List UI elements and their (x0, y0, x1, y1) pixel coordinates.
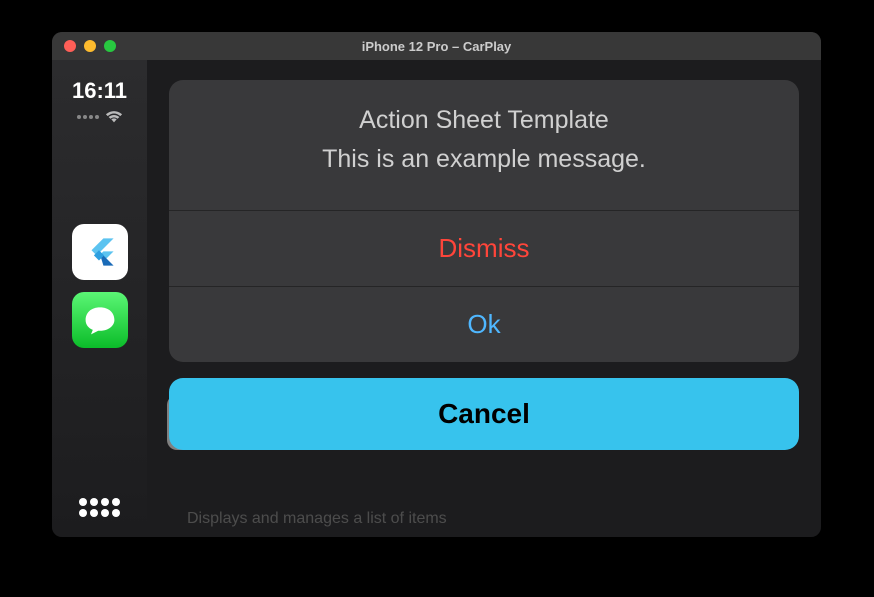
grid-dot-icon (101, 498, 109, 506)
home-button[interactable] (71, 490, 128, 525)
simulator-window: iPhone 12 Pro – CarPlay 16:11 (52, 32, 821, 537)
carplay-screen: 16:11 (52, 60, 821, 537)
grid-dot-icon (79, 498, 87, 506)
grid-dot-icon (112, 498, 120, 506)
action-sheet-header: Action Sheet Template This is an example… (169, 80, 799, 210)
titlebar: iPhone 12 Pro – CarPlay (52, 32, 821, 60)
status-time: 16:11 (72, 78, 127, 104)
messages-app-icon[interactable] (72, 292, 128, 348)
grid-dot-icon (90, 509, 98, 517)
action-sheet-overlay: Action Sheet Template This is an example… (147, 60, 821, 537)
dock-apps (72, 224, 128, 490)
flutter-app-icon[interactable] (72, 224, 128, 280)
status-indicators (77, 110, 123, 124)
zoom-button[interactable] (104, 40, 116, 52)
grid-dot-icon (79, 509, 87, 517)
grid-dot-icon (112, 509, 120, 517)
window-title: iPhone 12 Pro – CarPlay (52, 39, 821, 54)
carplay-sidebar: 16:11 (52, 60, 147, 537)
main-content-area: Action Sheet Displays and manages a list… (147, 60, 821, 537)
action-sheet-message: This is an example message. (189, 145, 779, 174)
traffic-lights (64, 40, 116, 52)
grid-dot-icon (101, 509, 109, 517)
grid-dot-icon (90, 498, 98, 506)
ok-button[interactable]: Ok (169, 286, 799, 362)
message-bubble-icon (82, 302, 118, 338)
cancel-button[interactable]: Cancel (169, 378, 799, 450)
flutter-logo-icon (83, 235, 117, 269)
action-sheet: Action Sheet Template This is an example… (169, 80, 799, 362)
cellular-signal-icon (77, 115, 99, 119)
action-sheet-title: Action Sheet Template (189, 106, 779, 135)
wifi-icon (105, 110, 123, 124)
dismiss-button[interactable]: Dismiss (169, 210, 799, 286)
minimize-button[interactable] (84, 40, 96, 52)
close-button[interactable] (64, 40, 76, 52)
